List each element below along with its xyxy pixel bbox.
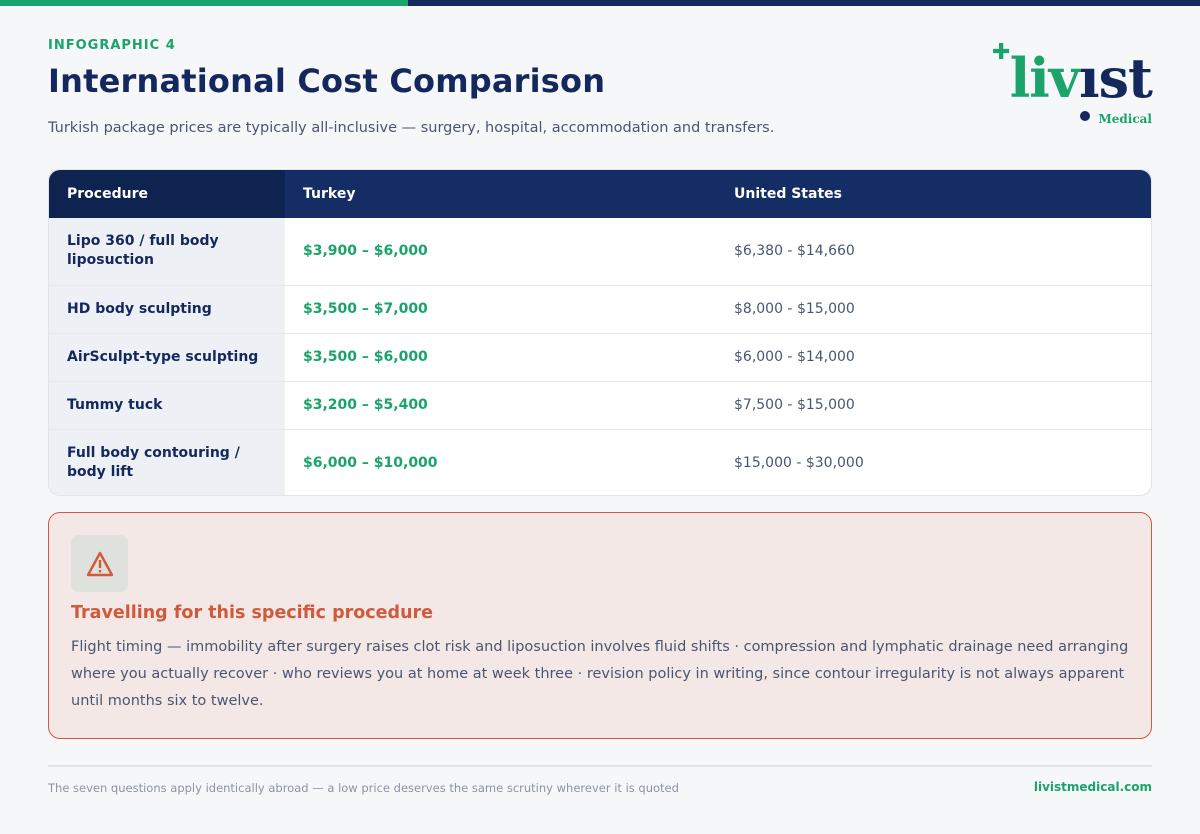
turkey-price-cell: $3,500 – $7,000 xyxy=(285,284,716,333)
table-header-row: Procedure Turkey United States xyxy=(49,170,1151,218)
us-price-cell: $6,000 - $14,000 xyxy=(716,332,1151,381)
logo-word-navy: ıst xyxy=(1079,46,1153,110)
table-row: AirSculpt-type sculpting $3,500 – $6,000… xyxy=(49,332,1151,381)
top-accent-bar xyxy=(0,0,1200,6)
top-accent-green xyxy=(0,0,408,6)
footer-divider xyxy=(48,765,1152,767)
turkey-price-cell: $3,200 – $5,400 xyxy=(285,380,716,429)
column-header-procedure: Procedure xyxy=(49,170,285,218)
travel-warning-callout: Travelling for this specific procedure F… xyxy=(48,512,1152,739)
procedure-cell: HD body sculpting xyxy=(49,284,285,333)
footer-site-link[interactable]: livistmedical.com xyxy=(1034,780,1152,794)
cost-comparison-table: Procedure Turkey United States Lipo 360 … xyxy=(48,169,1152,496)
table-row: Tummy tuck $3,200 – $5,400 $7,500 - $15,… xyxy=(49,380,1151,429)
logo-word-green: liv xyxy=(1009,46,1080,110)
footer-note: The seven questions apply identically ab… xyxy=(48,781,679,795)
page-subtitle: Turkish package prices are typically all… xyxy=(48,120,775,136)
us-price-cell: $7,500 - $15,000 xyxy=(716,380,1151,429)
callout-body: Flight timing — immobility after surgery… xyxy=(71,639,1129,709)
logo-dot-icon xyxy=(1080,111,1090,121)
column-header-united-states: United States xyxy=(716,170,1151,218)
table-row: Full body contouring / body lift $6,000 … xyxy=(49,428,1151,495)
us-price-cell: $8,000 - $15,000 xyxy=(716,284,1151,333)
procedure-cell: Full body contouring / body lift xyxy=(49,428,285,495)
logo-subtitle: Medical xyxy=(1098,112,1152,126)
turkey-price-cell: $3,900 – $6,000 xyxy=(303,243,428,260)
callout-heading: Travelling for this specific procedure xyxy=(71,603,434,623)
warning-icon-badge xyxy=(71,535,128,592)
turkey-price-cell: $3,500 – $6,000 xyxy=(285,332,716,381)
us-price-cell: $15,000 - $30,000 xyxy=(716,428,1151,495)
table-row: HD body sculpting $3,500 – $7,000 $8,000… xyxy=(49,284,1151,333)
table-row: Lipo 360 / full body liposuction $3,900 … xyxy=(49,218,1151,285)
page-title: International Cost Comparison xyxy=(48,62,606,100)
medical-cross-icon: ✚ xyxy=(992,40,1011,65)
turkey-price-cell: $6,000 – $10,000 xyxy=(285,428,716,495)
column-header-turkey: Turkey xyxy=(285,170,716,218)
top-accent-navy xyxy=(408,0,1200,6)
brand-logo: ✚ livıst Medical xyxy=(990,40,1153,128)
eyebrow-label: INFOGRAPHIC 4 xyxy=(48,38,176,53)
warning-icon xyxy=(86,551,113,576)
procedure-cell: Lipo 360 / full body liposuction xyxy=(49,218,285,285)
procedure-cell: AirSculpt-type sculpting xyxy=(49,332,285,381)
procedure-cell: Tummy tuck xyxy=(49,380,285,429)
logo-wordmark: livıst xyxy=(1009,46,1153,110)
us-price-cell: $6,380 - $14,660 xyxy=(734,243,855,260)
